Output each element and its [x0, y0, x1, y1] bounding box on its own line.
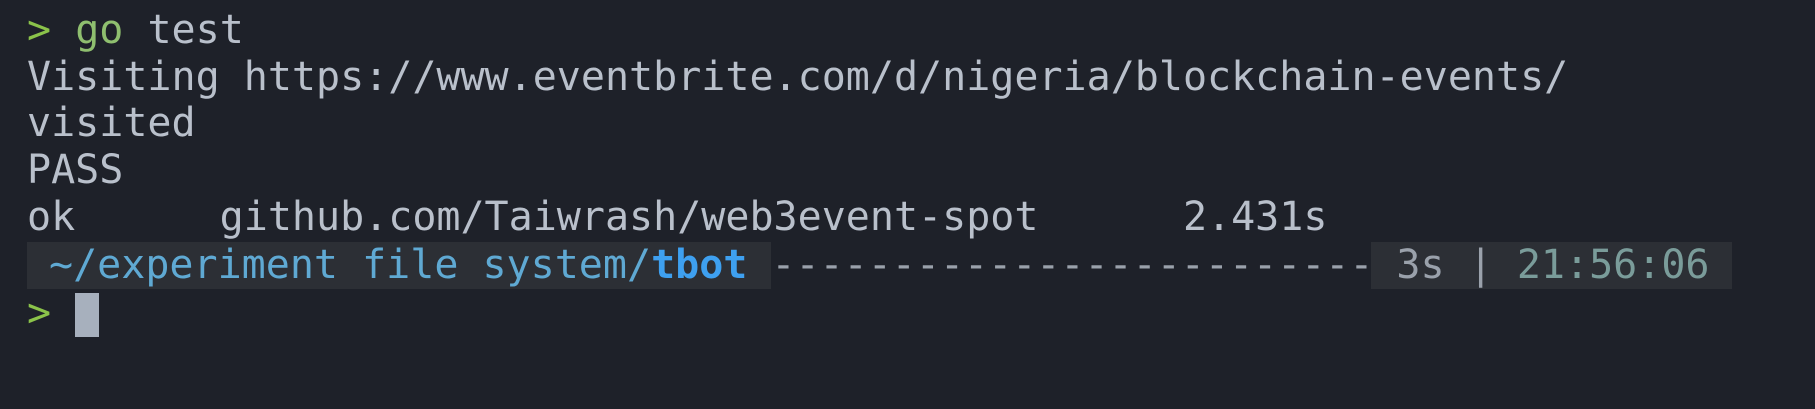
statusbar-separator: |: [1468, 242, 1493, 288]
statusbar-right: 3s | 21:56:06: [1371, 242, 1732, 289]
prompt-statusbar: ~/experiment file system/tbot -----------…: [27, 242, 1732, 289]
prompt-symbol: >: [27, 7, 52, 53]
statusbar-filler: ----------------------------------------…: [771, 242, 1372, 288]
command-duration: 3s: [1396, 242, 1445, 288]
command-name: go: [75, 7, 124, 53]
terminal-window[interactable]: > go test Visiting https://www.eventbrit…: [0, 0, 1815, 409]
command-line: > go test: [27, 7, 244, 54]
input-line[interactable]: >: [27, 290, 100, 337]
current-directory: ~/experiment file system/tbot: [27, 242, 772, 289]
output-line-visited: visited: [27, 100, 196, 146]
output-line-visiting: Visiting https://www.eventbrite.com/d/ni…: [27, 54, 1569, 100]
command-arg: test: [147, 7, 244, 53]
output-line-ok: ok github.com/Taiwrash/web3event-spot 2.…: [27, 194, 1328, 240]
directory-prefix: ~/experiment file system/: [49, 242, 652, 288]
statusbar-time: 21:56:06: [1516, 242, 1710, 288]
text-cursor[interactable]: [75, 293, 100, 337]
directory-current: tbot: [651, 242, 748, 288]
input-prompt-symbol: >: [27, 290, 52, 336]
output-line-pass: PASS: [27, 147, 124, 193]
